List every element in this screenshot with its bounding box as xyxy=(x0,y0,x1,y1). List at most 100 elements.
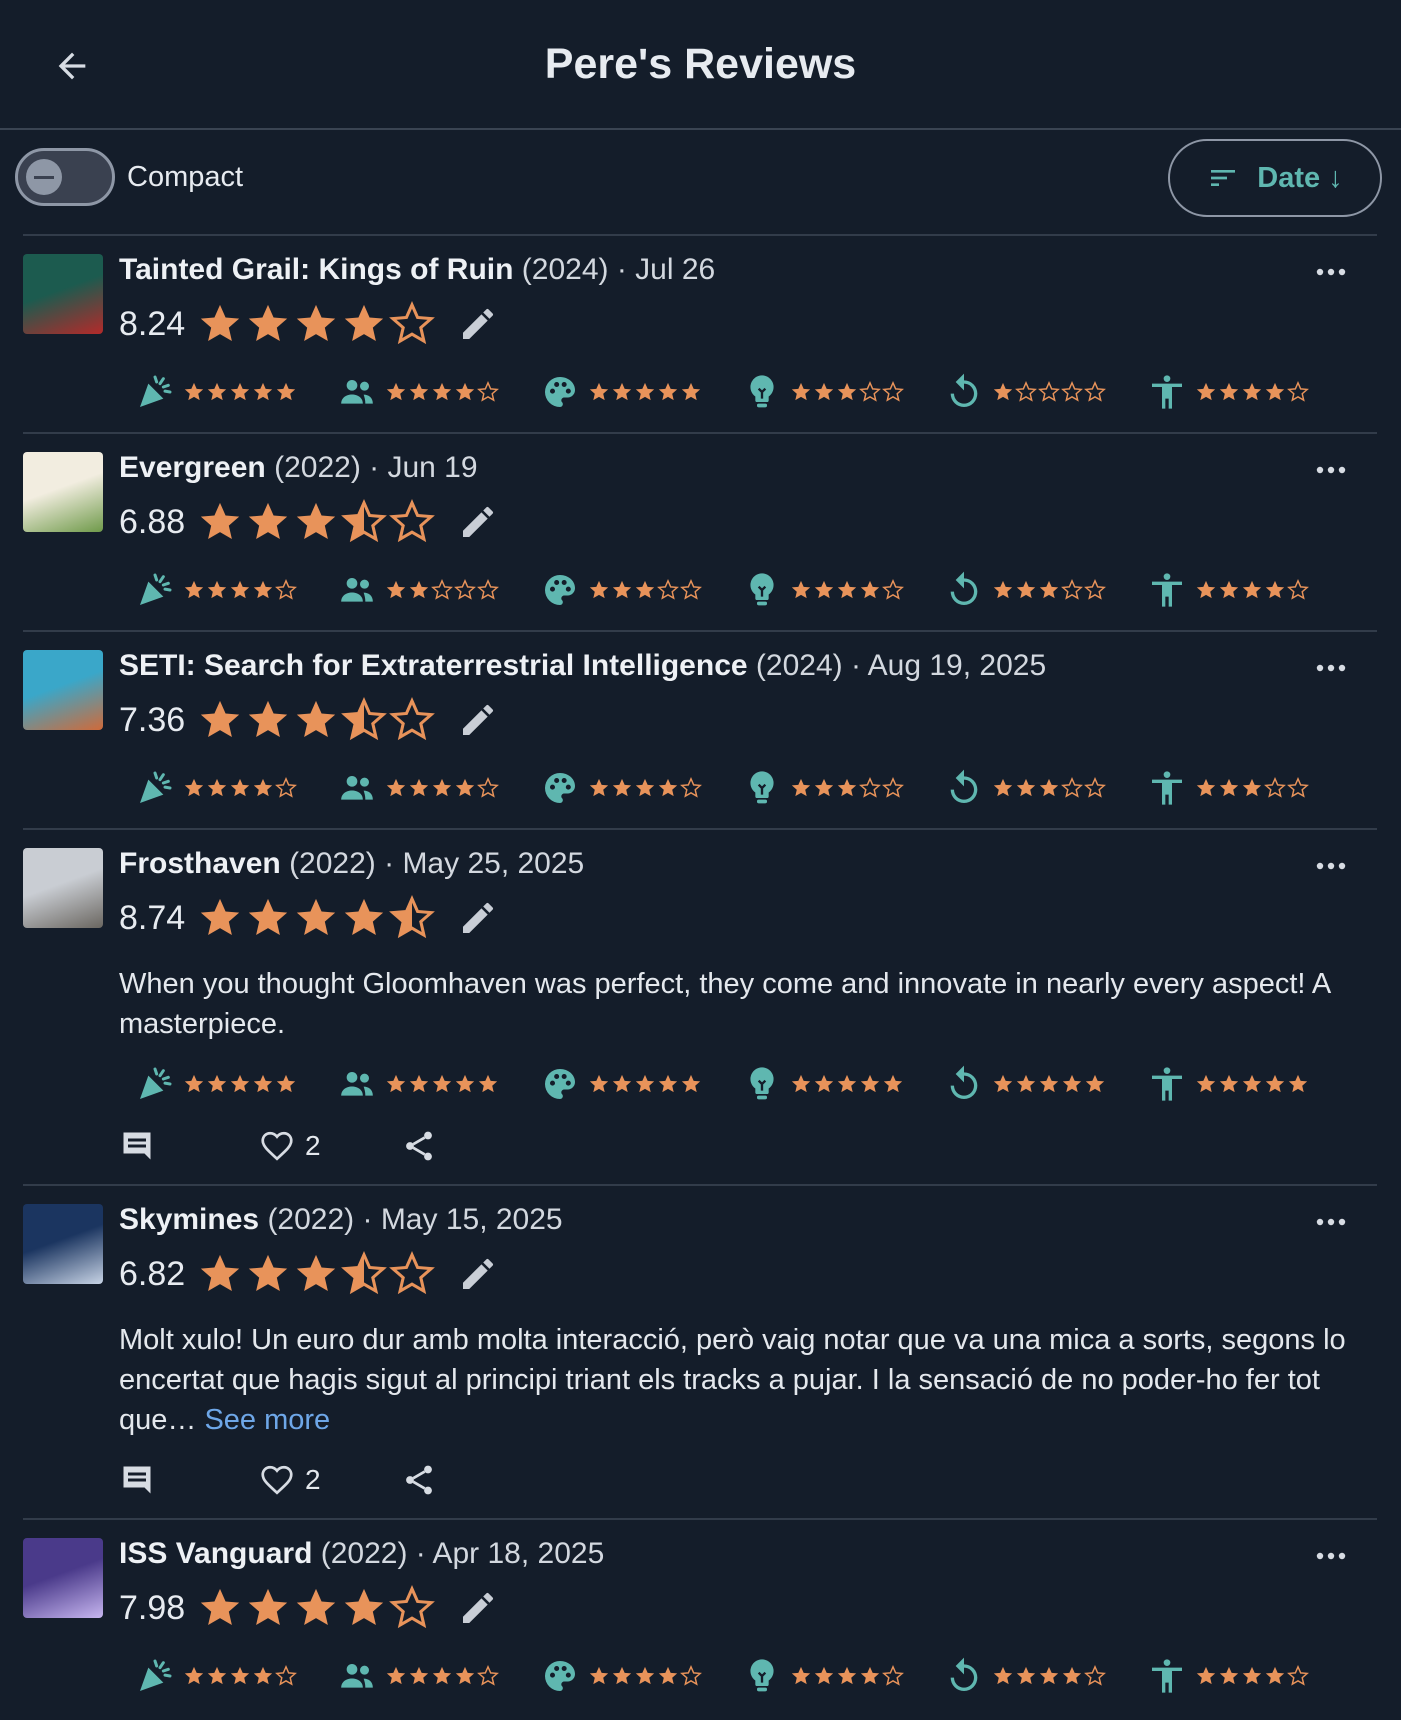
star-outline-icon xyxy=(1286,381,1309,402)
star-filled-icon xyxy=(456,1666,475,1685)
review-item: Tainted Grail: Kings of Ruin (2024) · Ju… xyxy=(23,234,1377,432)
category-stars xyxy=(183,381,298,403)
see-more-link[interactable]: See more xyxy=(204,1404,330,1436)
game-thumbnail[interactable] xyxy=(23,254,103,334)
palette-icon xyxy=(544,1069,575,1099)
score: 7.36 xyxy=(119,700,186,739)
star-filled-icon xyxy=(791,382,811,401)
category-rating xyxy=(540,768,742,808)
game-name[interactable]: Frosthaven xyxy=(119,847,281,880)
category-stars xyxy=(588,1073,703,1095)
toggle-track[interactable] xyxy=(15,148,115,206)
star-filled-icon xyxy=(387,580,406,599)
more-options-button[interactable] xyxy=(1303,452,1359,488)
sort-button[interactable]: Date ↓ xyxy=(1168,139,1382,217)
star-outline-icon xyxy=(1038,381,1061,402)
pencil-icon xyxy=(463,902,494,933)
star-outline-icon xyxy=(431,579,454,600)
review-content: Tainted Grail: Kings of Ruin (2024) · Ju… xyxy=(119,250,1377,414)
category-rating xyxy=(944,768,1146,808)
star-filled-icon xyxy=(433,1074,452,1093)
comment-button[interactable] xyxy=(119,1462,259,1498)
review-content: Frosthaven (2022) · May 25, 2025 8.74 When… xyxy=(119,844,1377,1176)
edit-button[interactable] xyxy=(455,1251,501,1297)
star-filled-icon xyxy=(681,382,700,401)
star-filled-icon xyxy=(635,778,654,797)
star-filled-icon xyxy=(1196,382,1215,401)
more-horiz-icon xyxy=(1316,664,1346,672)
game-name[interactable]: SETI: Search for Extraterrestrial Intell… xyxy=(119,649,748,682)
category-stars xyxy=(992,1073,1107,1095)
edit-button[interactable] xyxy=(455,301,501,347)
game-year: (2022) xyxy=(320,1537,408,1570)
star-outline-icon xyxy=(477,381,500,402)
more-options-button[interactable] xyxy=(1303,1538,1359,1574)
more-options-button[interactable] xyxy=(1303,848,1359,884)
star-filled-icon xyxy=(1219,1074,1238,1093)
star-outline-icon xyxy=(1084,579,1107,600)
review-title-line: SETI: Search for Extraterrestrial Intell… xyxy=(119,646,1349,686)
star-outline-icon xyxy=(1263,777,1286,798)
star-filled-icon xyxy=(1063,1666,1082,1685)
edit-button[interactable] xyxy=(455,499,501,545)
star-filled-icon xyxy=(297,1254,336,1292)
star-filled-icon xyxy=(1288,1074,1307,1093)
people-icon xyxy=(341,1664,374,1688)
star-filled-icon xyxy=(994,1666,1013,1685)
star-filled-icon xyxy=(635,1666,654,1685)
game-name[interactable]: ISS Vanguard xyxy=(119,1537,312,1570)
page-title: Pere's Reviews xyxy=(544,39,857,88)
category-rating xyxy=(337,1064,539,1104)
compact-toggle[interactable]: Compact xyxy=(15,148,243,206)
pencil-icon xyxy=(463,1592,494,1623)
game-thumbnail[interactable] xyxy=(23,452,103,532)
edit-button[interactable] xyxy=(455,1585,501,1631)
star-filled-icon xyxy=(249,700,288,738)
share-button[interactable] xyxy=(401,1462,437,1498)
star-filled-icon xyxy=(612,580,631,599)
edit-button[interactable] xyxy=(455,895,501,941)
game-name[interactable]: Evergreen xyxy=(119,451,266,484)
edit-button[interactable] xyxy=(455,697,501,743)
star-filled-icon xyxy=(883,1074,903,1093)
star-filled-icon xyxy=(658,778,677,797)
category-ratings xyxy=(135,1062,1349,1106)
game-year: (2024) xyxy=(755,649,843,682)
like-button[interactable]: 2 xyxy=(259,1462,401,1498)
game-thumbnail[interactable] xyxy=(23,650,103,730)
star-filled-icon xyxy=(1040,1666,1059,1685)
comment-button[interactable] xyxy=(119,1128,259,1164)
category-rating xyxy=(1147,372,1349,412)
review-item: SETI: Search for Extraterrestrial Intell… xyxy=(23,630,1377,828)
game-year: (2022) xyxy=(274,451,361,484)
game-name[interactable]: Skymines xyxy=(119,1203,259,1236)
game-thumbnail[interactable] xyxy=(23,1204,103,1284)
review-actions: 2 xyxy=(119,1450,1349,1510)
share-button[interactable] xyxy=(401,1128,437,1164)
game-thumbnail[interactable] xyxy=(23,848,103,928)
star-outline-icon xyxy=(275,777,297,798)
game-thumbnail[interactable] xyxy=(23,1538,103,1618)
back-button[interactable] xyxy=(44,38,100,94)
star-filled-icon xyxy=(297,502,336,540)
game-name[interactable]: Tainted Grail: Kings of Ruin xyxy=(119,253,513,286)
star-filled-icon xyxy=(1219,778,1238,797)
lightbulb-icon xyxy=(750,573,774,606)
star-filled-icon xyxy=(410,580,429,599)
like-button[interactable]: 2 xyxy=(259,1128,401,1164)
review-date: · Jun 19 xyxy=(360,451,478,484)
star-outline-icon xyxy=(1286,1665,1309,1686)
more-options-button[interactable] xyxy=(1303,650,1359,686)
star-filled-icon xyxy=(433,382,452,401)
star-filled-icon xyxy=(814,1666,834,1685)
star-filled-icon xyxy=(635,580,654,599)
more-horiz-icon xyxy=(1316,1218,1346,1226)
category-rating xyxy=(135,768,337,808)
more-options-button[interactable] xyxy=(1303,254,1359,290)
star-filled-icon xyxy=(433,1666,452,1685)
more-options-button[interactable] xyxy=(1303,1204,1359,1240)
category-rating xyxy=(540,1656,742,1696)
star-filled-icon xyxy=(1242,1666,1261,1685)
lightbulb-icon xyxy=(750,1067,774,1100)
review-title-line: Frosthaven (2022) · May 25, 2025 xyxy=(119,844,1349,884)
